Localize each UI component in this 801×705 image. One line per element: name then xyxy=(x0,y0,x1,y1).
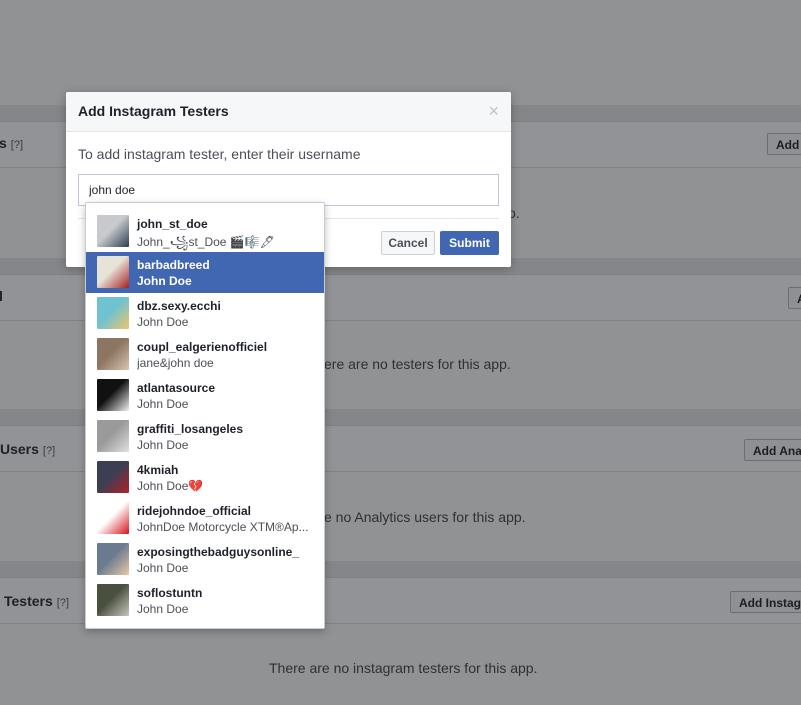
cancel-button[interactable]: Cancel xyxy=(381,231,435,255)
suggestion-item[interactable]: soflostuntn John Doe xyxy=(86,580,324,621)
suggestion-username: john_st_doe xyxy=(137,217,208,231)
suggestion-item[interactable]: graffiti_losangeles John Doe xyxy=(86,416,324,457)
dialog-header: Add Instagram Testers × xyxy=(66,92,511,132)
help-link[interactable]: [?] xyxy=(57,597,69,609)
suggestion-username: graffiti_losangeles xyxy=(137,422,244,436)
avatar xyxy=(97,502,129,534)
avatar xyxy=(97,215,129,247)
suggestion-full-name: John Doe xyxy=(137,438,189,452)
suggestion-item[interactable]: coupl_ealgerienofficiel jane&john doe xyxy=(86,334,324,375)
empty-message: ere are no testers for this app. xyxy=(324,356,511,372)
avatar xyxy=(97,584,129,616)
suggestion-full-name: John Doe xyxy=(137,602,189,616)
suggestion-username: atlantasource xyxy=(137,381,216,395)
suggestion-username: barbadbreed xyxy=(137,258,210,272)
avatar xyxy=(97,297,129,329)
suggestion-full-name: John Doe xyxy=(137,561,189,575)
suggestion-username: soflostuntn xyxy=(137,586,203,600)
avatar xyxy=(97,379,129,411)
avatar xyxy=(97,256,129,288)
close-icon[interactable]: × xyxy=(488,102,499,120)
suggestion-full-name: JohnDoe Motorcycle XTM®Ap... xyxy=(137,520,309,534)
suggestion-username: dbz.sexy.ecchi xyxy=(137,299,221,313)
suggestion-username: 4kmiah xyxy=(137,463,179,477)
suggestion-item[interactable]: dbz.sexy.ecchi John Doe xyxy=(86,293,324,334)
suggestion-full-name: John Doe💔 xyxy=(137,479,204,493)
add-analytics-button[interactable]: Add Anal xyxy=(744,439,801,461)
suggestion-item[interactable]: atlantasource John Doe xyxy=(86,375,324,416)
suggestion-full-name: John Doe xyxy=(137,315,189,329)
username-suggestions-dropdown: john_st_doe John_꧁st_Doe 🎬🎼🖋 barbadbreed Jo… xyxy=(85,202,325,629)
dialog-prompt: To add instagram tester, enter their use… xyxy=(78,146,361,162)
add-button[interactable]: A xyxy=(788,287,801,309)
suggestion-item[interactable]: exposingthebadguysonline_ John Doe xyxy=(86,539,324,580)
avatar xyxy=(97,461,129,493)
section-title: Users [?] xyxy=(0,441,56,457)
empty-message: There are no instagram testers for this … xyxy=(269,660,538,676)
empty-message: e no Analytics users for this app. xyxy=(324,509,526,525)
section-title: l xyxy=(0,288,3,304)
suggestion-full-name: John Doe xyxy=(137,397,189,411)
suggestion-username: coupl_ealgerienofficiel xyxy=(137,340,268,354)
dialog-title: Add Instagram Testers xyxy=(78,103,229,119)
section-title: Testers [?] xyxy=(4,593,70,609)
help-link[interactable]: [?] xyxy=(11,139,23,151)
suggestion-item[interactable]: ridejohndoe_official JohnDoe Motorcycle X… xyxy=(86,498,324,539)
suggestion-username: ridejohndoe_official xyxy=(137,504,252,518)
add-button[interactable]: Add xyxy=(767,133,801,155)
avatar xyxy=(97,338,129,370)
suggestion-item[interactable]: john_st_doe John_꧁st_Doe 🎬🎼🖋 xyxy=(86,211,324,252)
section-title: s [?] xyxy=(0,135,24,151)
add-instagram-tester-button[interactable]: Add Instagr xyxy=(730,591,801,613)
help-link[interactable]: [?] xyxy=(43,445,55,457)
suggestion-item[interactable]: 4kmiah John Doe💔 xyxy=(86,457,324,498)
submit-button[interactable]: Submit xyxy=(440,231,499,255)
avatar xyxy=(97,420,129,452)
suggestion-full-name: John Doe xyxy=(137,274,192,288)
suggestion-full-name: jane&john doe xyxy=(137,356,214,370)
suggestion-item[interactable]: barbadbreed John Doe xyxy=(86,252,324,293)
suggestion-username: exposingthebadguysonline_ xyxy=(137,545,300,559)
avatar xyxy=(97,543,129,575)
